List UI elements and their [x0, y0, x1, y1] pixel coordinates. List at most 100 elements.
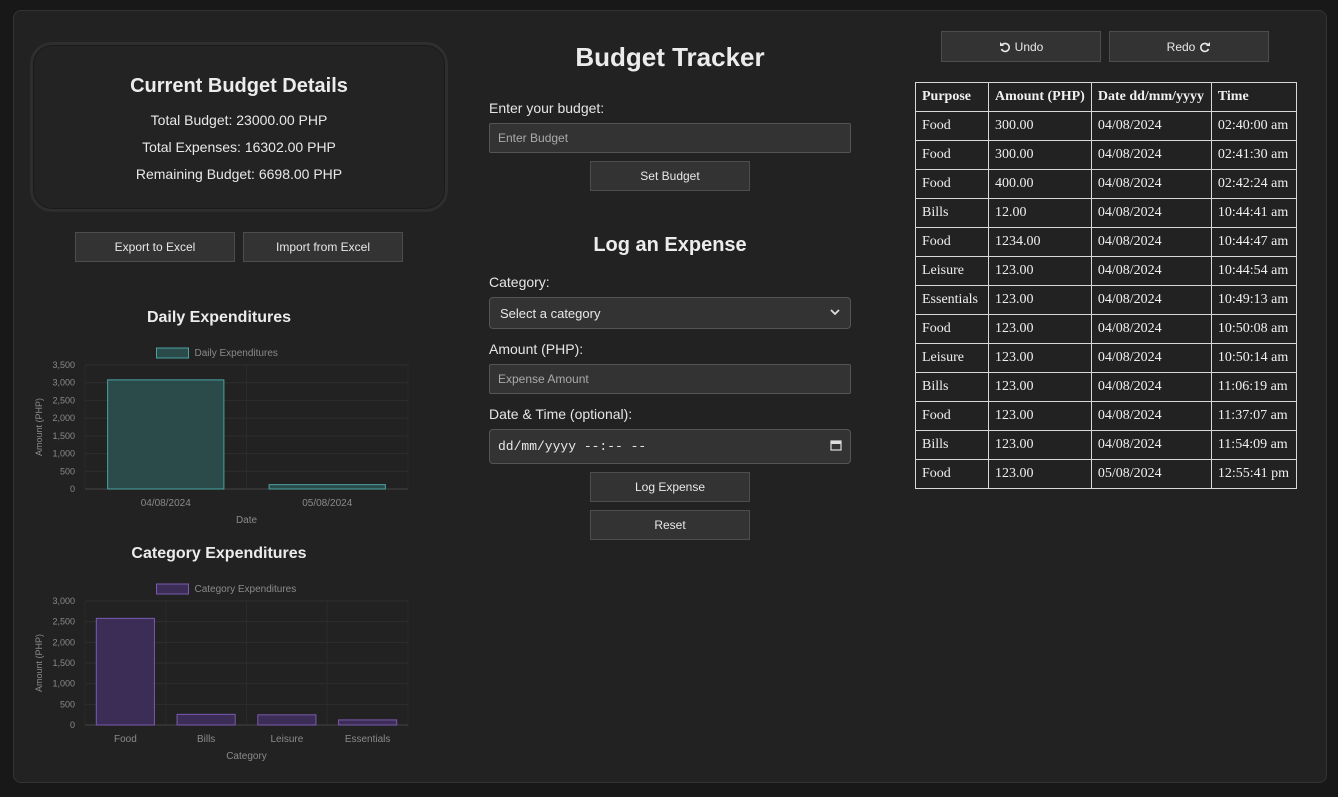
cell-date: 04/08/2024 — [1090, 169, 1212, 199]
bar[interactable] — [338, 719, 398, 726]
cell-amount: 123.00 — [988, 285, 1092, 315]
cell-date: 04/08/2024 — [1090, 314, 1212, 344]
chevron-down-icon — [830, 307, 840, 319]
total-expenses: Total Expenses: 16302.00 PHP — [142, 139, 336, 155]
cell-amount: 123.00 — [988, 256, 1092, 286]
x-tick-label: 04/08/2024 — [141, 498, 191, 509]
legend-label[interactable]: Daily Expenditures — [195, 348, 278, 359]
table-row: Bills 123.00 04/08/2024 11:54:09 am — [915, 430, 1297, 460]
category-chart-title: Category Expenditures — [131, 545, 307, 562]
y-tick-label: 2,000 — [52, 637, 75, 647]
cell-purpose: Food — [915, 169, 989, 199]
x-tick-label: Essentials — [345, 734, 391, 745]
reset-button[interactable]: Reset — [590, 510, 750, 540]
cell-purpose: Food — [915, 314, 989, 344]
cell-purpose: Bills — [915, 198, 989, 228]
header-time: Time — [1210, 82, 1297, 112]
cell-time: 02:41:30 am — [1210, 140, 1297, 170]
cell-date: 04/08/2024 — [1090, 285, 1212, 315]
cell-date: 04/08/2024 — [1090, 227, 1212, 257]
import-excel-button[interactable]: Import from Excel — [243, 232, 403, 262]
amount-label: Amount (PHP): — [489, 341, 584, 357]
table-row: Essentials 123.00 04/08/2024 10:49:13 am — [915, 285, 1297, 315]
cell-amount: 123.00 — [988, 343, 1092, 373]
amount-input[interactable]: Expense Amount — [489, 364, 851, 394]
redo-icon — [1199, 41, 1211, 53]
y-tick-label: 2,500 — [52, 395, 75, 405]
details-title: Current Budget Details — [130, 75, 348, 97]
cell-amount: 300.00 — [988, 140, 1092, 170]
cell-time: 10:44:41 am — [1210, 198, 1297, 228]
remaining-budget: Remaining Budget: 6698.00 PHP — [135, 166, 343, 182]
redo-button[interactable]: Redo — [1109, 31, 1269, 62]
undo-label: Undo — [1014, 39, 1044, 54]
table-row: Food 123.00 05/08/2024 12:55:41 pm — [915, 459, 1297, 489]
redo-label: Redo — [1166, 39, 1196, 54]
x-axis-title: Date — [236, 515, 258, 526]
y-tick-label: 1,500 — [52, 431, 75, 441]
table-row: Food 300.00 04/08/2024 02:40:00 am — [915, 111, 1297, 141]
cell-purpose: Bills — [915, 430, 989, 460]
y-tick-label: 3,000 — [52, 596, 75, 606]
table-row: Leisure 123.00 04/08/2024 10:44:54 am — [915, 256, 1297, 286]
table-row: Food 400.00 04/08/2024 02:42:24 am — [915, 169, 1297, 199]
header-date: Date dd/mm/yyyy — [1090, 82, 1212, 112]
calendar-icon[interactable] — [830, 439, 842, 455]
cell-time: 10:44:54 am — [1210, 256, 1297, 286]
cell-purpose: Leisure — [915, 256, 989, 286]
cell-date: 04/08/2024 — [1090, 372, 1212, 402]
cell-time: 10:44:47 am — [1210, 227, 1297, 257]
cell-time: 12:55:41 pm — [1210, 459, 1297, 489]
cell-date: 04/08/2024 — [1090, 343, 1212, 373]
bar[interactable] — [257, 714, 317, 726]
table-row: Food 123.00 04/08/2024 11:37:07 am — [915, 401, 1297, 431]
category-select[interactable]: Select a category — [489, 297, 851, 329]
cell-time: 11:54:09 am — [1210, 430, 1297, 460]
cell-purpose: Food — [915, 140, 989, 170]
bar[interactable] — [107, 379, 225, 490]
cell-date: 04/08/2024 — [1090, 140, 1212, 170]
cell-time: 02:42:24 am — [1210, 169, 1297, 199]
table-row: Leisure 123.00 04/08/2024 10:50:14 am — [915, 343, 1297, 373]
y-tick-label: 2,000 — [52, 413, 75, 423]
category-label: Category: — [489, 274, 550, 290]
cell-purpose: Food — [915, 227, 989, 257]
legend-label[interactable]: Category Expenditures — [195, 584, 297, 595]
budget-input[interactable]: Enter Budget — [489, 123, 851, 153]
daily-expenditures-chart: 0 500 1,000 1,500 2,000 2,500 3,000 3,500 04/08/… — [34, 347, 409, 526]
y-tick-label: 1,000 — [52, 449, 75, 459]
header-purpose: Purpose — [915, 82, 989, 112]
undo-button[interactable]: Undo — [941, 31, 1101, 62]
y-tick-label: 0 — [70, 484, 75, 494]
cell-time: 10:50:14 am — [1210, 343, 1297, 373]
log-expense-button[interactable]: Log Expense — [590, 472, 750, 502]
cell-purpose: Leisure — [915, 343, 989, 373]
bar[interactable] — [176, 713, 236, 726]
log-expense-title: Log an Expense — [593, 234, 747, 256]
budget-details-card: Current Budget Details Total Budget: 230… — [30, 42, 448, 212]
cell-time: 11:37:07 am — [1210, 401, 1297, 431]
cell-purpose: Bills — [915, 372, 989, 402]
budget-label: Enter your budget: — [489, 100, 605, 116]
legend-swatch[interactable] — [156, 583, 189, 595]
datetime-input[interactable]: dd/mm/yyyy --:-- -- — [489, 429, 851, 464]
bar[interactable] — [268, 484, 386, 490]
cell-amount: 123.00 — [988, 459, 1092, 489]
table-row: Food 1234.00 04/08/2024 10:44:47 am — [915, 227, 1297, 257]
cell-amount: 400.00 — [988, 169, 1092, 199]
x-tick-label: 05/08/2024 — [302, 498, 352, 509]
cell-purpose: Essentials — [915, 285, 989, 315]
y-tick-label: 500 — [60, 699, 75, 709]
legend-swatch[interactable] — [156, 347, 189, 359]
y-tick-label: 500 — [60, 466, 75, 476]
x-tick-label: Leisure — [270, 734, 303, 745]
cell-date: 04/08/2024 — [1090, 198, 1212, 228]
total-budget: Total Budget: 23000.00 PHP — [150, 112, 328, 128]
export-excel-button[interactable]: Export to Excel — [75, 232, 235, 262]
table-row: Food 123.00 04/08/2024 10:50:08 am — [915, 314, 1297, 344]
cell-date: 04/08/2024 — [1090, 401, 1212, 431]
y-tick-label: 1,000 — [52, 679, 75, 689]
set-budget-button[interactable]: Set Budget — [590, 161, 750, 191]
cell-purpose: Food — [915, 111, 989, 141]
bar[interactable] — [95, 617, 155, 726]
